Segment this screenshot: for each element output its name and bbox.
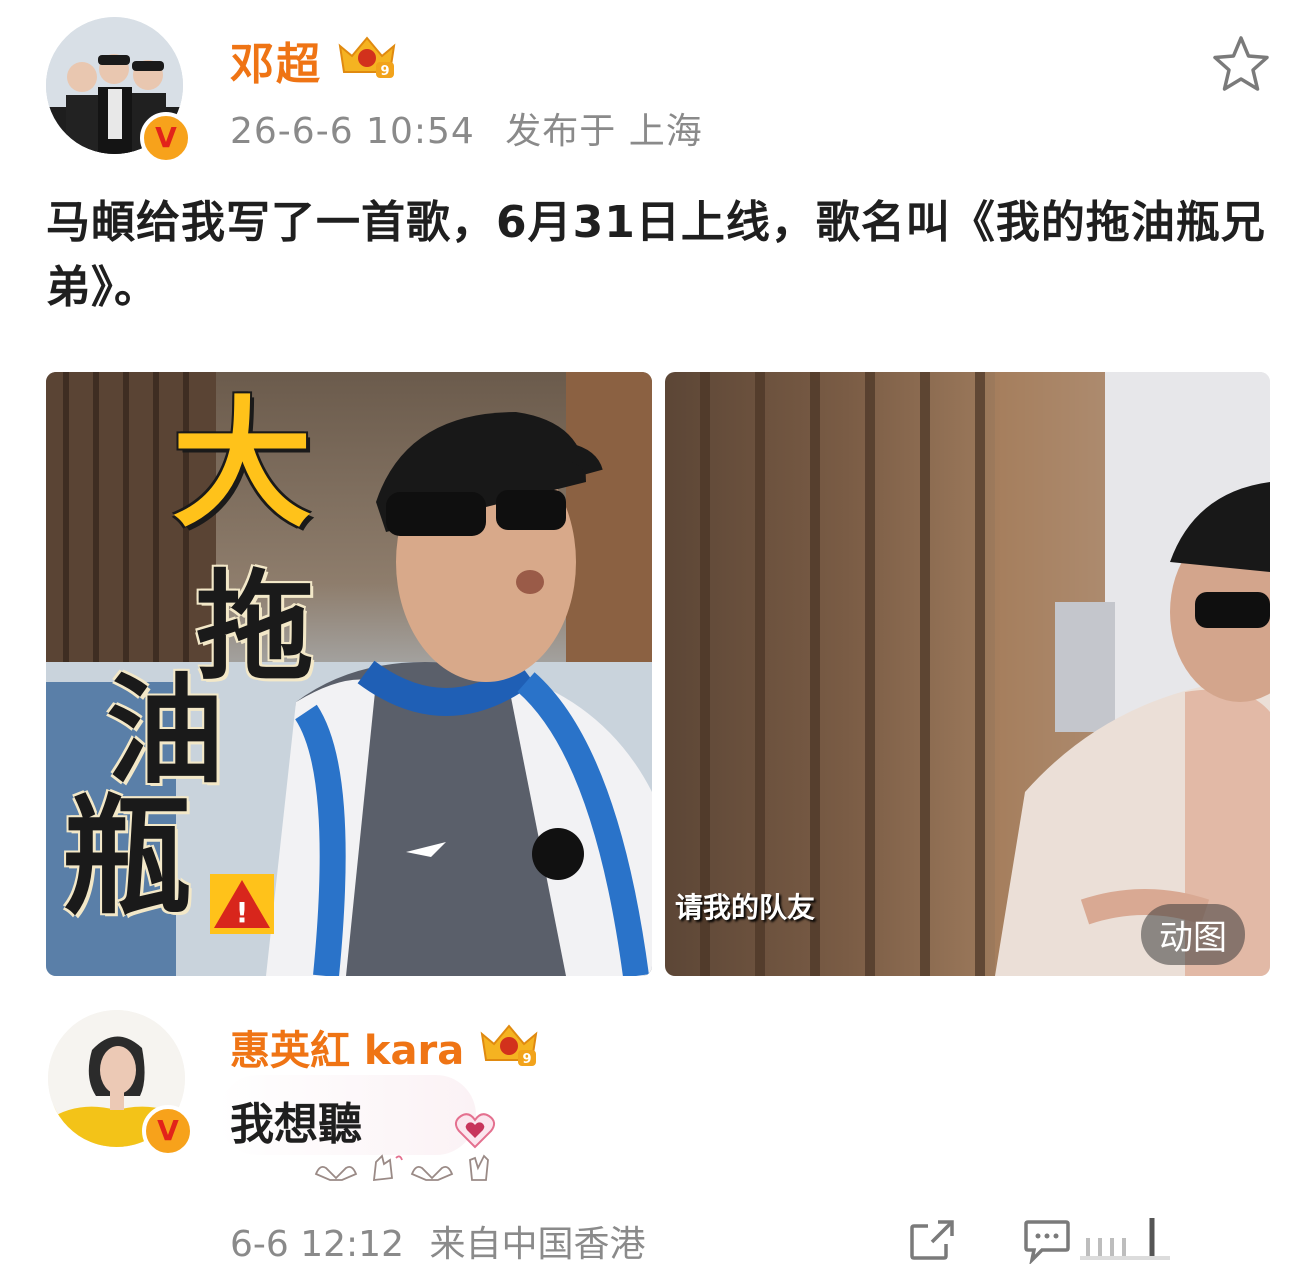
overlay-text-3: 油 xyxy=(106,662,225,800)
post-meta: 26-6-6 10:54 发布于 上海 xyxy=(230,102,703,154)
comment-meta: 6-6 12:12 来自中国香港 xyxy=(230,1215,645,1267)
svg-text:!: ! xyxy=(236,896,249,929)
post-timestamp: 26-6-6 10:54 xyxy=(230,111,475,152)
overlay-text-1: 大 xyxy=(172,384,313,547)
post-image-right[interactable]: 请我的队友 动图 xyxy=(665,372,1270,976)
like-icon[interactable] xyxy=(1080,1212,1170,1268)
star-icon[interactable] xyxy=(1210,34,1272,94)
heart-hands-icon-2 xyxy=(410,1165,454,1181)
post-image-left[interactable]: ! 大 拖 油 瓶 xyxy=(46,372,652,976)
image-caption: 请我的队友 xyxy=(675,891,816,924)
gif-badge: 动图 xyxy=(1141,904,1245,965)
commenter-name[interactable]: 惠英紅 kara xyxy=(230,1018,464,1076)
author-name[interactable]: 邓超 xyxy=(230,28,322,92)
commenter-level-number: 9 xyxy=(522,1052,531,1067)
post-text: 马頔给我写了一首歌，6月31日上线，歌名叫《我的拖油瓶兄弟》。 xyxy=(46,197,1266,313)
comment-icon[interactable] xyxy=(1022,1218,1072,1264)
overlay-text-4: 瓶 xyxy=(62,781,193,933)
finger-heart-icon xyxy=(372,1154,393,1182)
commenter-verified-icon: V xyxy=(142,1105,194,1157)
comment-source: 来自中国香港 xyxy=(429,1224,646,1265)
emoji-row xyxy=(314,1154,489,1182)
heart-icon xyxy=(455,1113,495,1149)
comment-text: 我想聽 xyxy=(230,1099,362,1150)
commenter-crown-icon: 9 xyxy=(480,1024,538,1067)
rock-hand-icon xyxy=(469,1154,489,1181)
post-location: 发布于 上海 xyxy=(505,111,703,152)
heart-hands-icon xyxy=(314,1165,358,1181)
share-icon[interactable] xyxy=(908,1218,956,1262)
crown-icon: 9 xyxy=(338,36,396,79)
comment-timestamp: 6-6 12:12 xyxy=(230,1224,404,1265)
verified-icon: V xyxy=(140,112,192,164)
level-number: 9 xyxy=(380,64,389,79)
